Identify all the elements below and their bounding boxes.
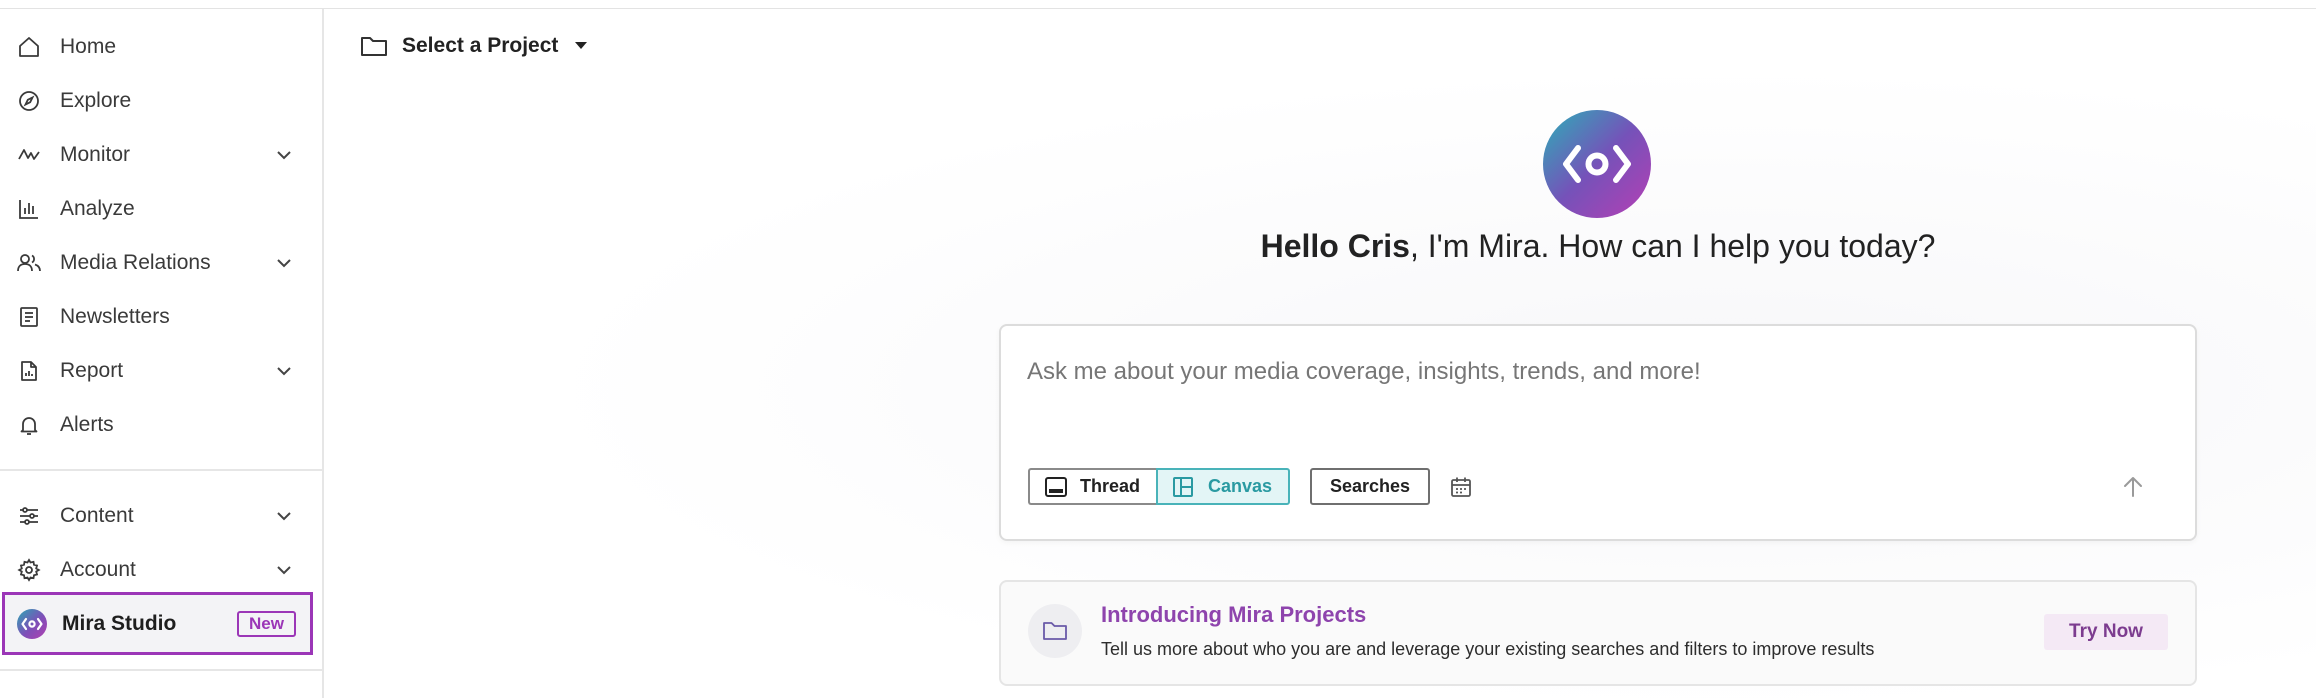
canvas-icon [1172, 475, 1196, 499]
chevron-down-icon[interactable] [272, 251, 296, 275]
canvas-mode-label: Canvas [1208, 476, 1273, 496]
sidebar-item-content[interactable]: Content [0, 489, 322, 543]
compass-icon [15, 87, 43, 115]
thread-mode-button[interactable]: Thread [1028, 468, 1157, 505]
pulse-icon [15, 141, 43, 169]
sidebar-divider [0, 669, 322, 671]
chat-composer: Thread Canvas Searches [999, 324, 2197, 541]
sidebar-item-label: Monitor [60, 143, 131, 166]
sidebar-item-report[interactable]: Report [0, 344, 322, 398]
folder-icon [360, 32, 388, 60]
chevron-down-icon[interactable] [272, 558, 296, 582]
try-now-button[interactable]: Try Now [2044, 614, 2168, 650]
canvas-mode-button[interactable]: Canvas [1156, 468, 1291, 505]
chevron-down-icon[interactable] [272, 143, 296, 167]
thread-mode-label: Thread [1080, 476, 1141, 496]
sliders-icon [15, 502, 43, 530]
sidebar: Home Explore Monitor Analyze Media Relat… [0, 9, 324, 698]
sidebar-item-home[interactable]: Home [0, 20, 322, 74]
sidebar-item-label: Report [60, 359, 124, 382]
searches-button[interactable]: Searches [1310, 468, 1431, 505]
mira-logo-icon [17, 608, 47, 639]
sidebar-item-newsletters[interactable]: Newsletters [0, 290, 322, 344]
sidebar-divider [0, 469, 322, 471]
send-arrow-icon[interactable] [2118, 472, 2148, 502]
sidebar-item-label: Account [60, 558, 136, 581]
sidebar-item-monitor[interactable]: Monitor [0, 128, 322, 182]
greeting-heading: Hello Cris, I'm Mira. How can I help you… [1000, 228, 2196, 265]
sidebar-item-label: Mira Studio [62, 611, 177, 635]
mira-avatar [1543, 110, 1651, 218]
greeting-text: , I'm Mira. How can I help you today? [1409, 228, 1936, 264]
sidebar-item-label: Alerts [60, 413, 114, 436]
sidebar-item-label: Media Relations [60, 251, 211, 274]
sidebar-item-media-relations[interactable]: Media Relations [0, 236, 322, 290]
promo-description: Tell us more about who you are and lever… [1101, 639, 1875, 659]
mira-logo-icon [1563, 145, 1631, 183]
folder-icon [1028, 604, 1082, 658]
mode-toggle: Thread Canvas [1028, 468, 1291, 505]
sidebar-item-label: Newsletters [60, 305, 170, 328]
sidebar-item-label: Analyze [60, 197, 135, 220]
greeting-name: Hello Cris [1260, 228, 1410, 264]
chevron-down-icon[interactable] [272, 359, 296, 383]
thread-icon [1044, 475, 1068, 499]
chevron-down-icon[interactable] [272, 504, 296, 528]
sidebar-item-label: Content [60, 504, 134, 527]
sidebar-item-account[interactable]: Account [0, 543, 322, 597]
people-icon [15, 249, 43, 277]
sidebar-item-mira-studio[interactable]: Mira Studio New [2, 592, 313, 655]
home-icon [15, 33, 43, 61]
mira-projects-promo: Introducing Mira Projects Tell us more a… [999, 580, 2197, 686]
promo-title: Introducing Mira Projects [1101, 602, 1367, 627]
sidebar-item-label: Explore [60, 89, 132, 112]
sidebar-item-alerts[interactable]: Alerts [0, 398, 322, 452]
top-bar [0, 0, 2316, 9]
calendar-icon[interactable] [1448, 474, 1474, 500]
report-icon [15, 357, 43, 385]
gear-icon [15, 556, 43, 584]
chat-input[interactable] [1027, 352, 2127, 392]
sidebar-item-analyze[interactable]: Analyze [0, 182, 322, 236]
sidebar-item-label: Home [60, 35, 117, 58]
newsletter-icon [15, 303, 43, 331]
project-selector[interactable]: Select a Project [360, 26, 590, 66]
bell-icon [15, 411, 43, 439]
sidebar-item-explore[interactable]: Explore [0, 74, 322, 128]
project-selector-label: Select a Project [402, 34, 559, 57]
bar-chart-icon [15, 195, 43, 223]
caret-down-icon [574, 38, 590, 54]
new-badge: New [237, 611, 296, 637]
